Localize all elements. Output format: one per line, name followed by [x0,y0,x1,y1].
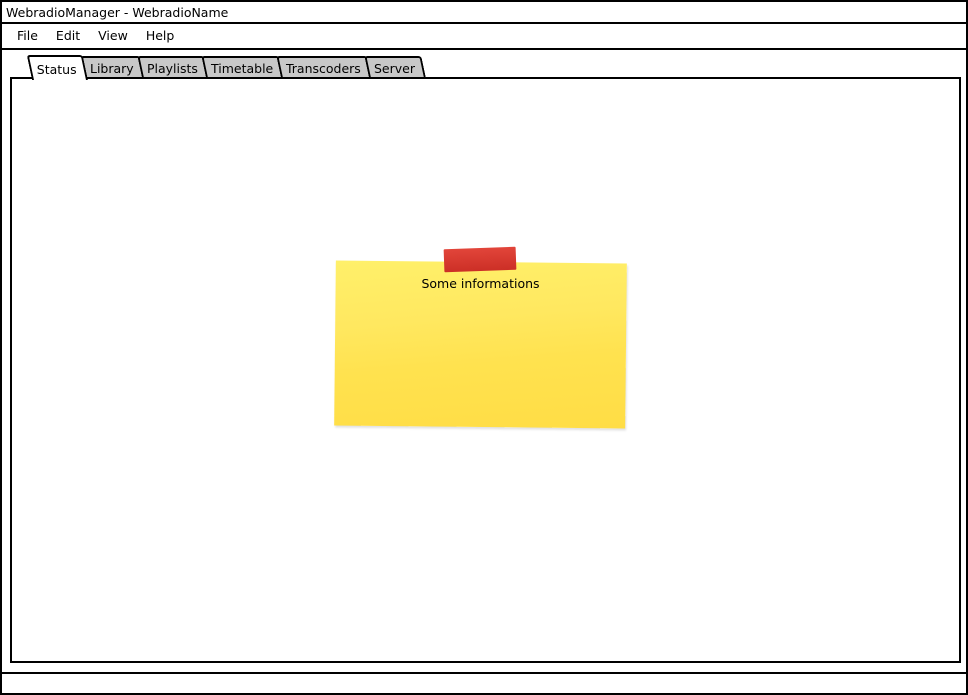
tab-timetable[interactable]: Timetable [200,56,284,78]
status-bar [2,672,966,674]
tab-playlists[interactable]: Playlists [136,56,209,78]
title-bar: WebradioManager - WebradioName [2,2,966,24]
application-window: WebradioManager - WebradioName File Edit… [0,0,968,695]
tab-strip: Status Library Playlists Timetable Trans… [26,54,426,80]
tab-playlists-label: Playlists [146,61,198,76]
tab-timetable-label: Timetable [210,61,273,76]
window-title: WebradioManager - WebradioName [6,5,229,20]
tape-strip [443,246,517,273]
tab-status-label: Status [36,62,77,77]
menu-view[interactable]: View [89,24,137,48]
tab-server-label: Server [373,61,415,76]
menu-file[interactable]: File [8,24,47,48]
status-tab-panel: Some informations [10,77,961,663]
tab-transcoders-label: Transcoders [285,61,361,76]
tab-library-label: Library [89,61,134,76]
tab-library[interactable]: Library [80,56,145,78]
sticky-note-text: Some informations [421,276,540,291]
menu-edit[interactable]: Edit [47,24,89,48]
tab-status[interactable]: Status [26,55,88,80]
tab-server[interactable]: Server [363,56,426,78]
menu-bar: File Edit View Help [2,24,966,50]
tab-transcoders[interactable]: Transcoders [276,56,372,78]
menu-help[interactable]: Help [137,24,184,48]
